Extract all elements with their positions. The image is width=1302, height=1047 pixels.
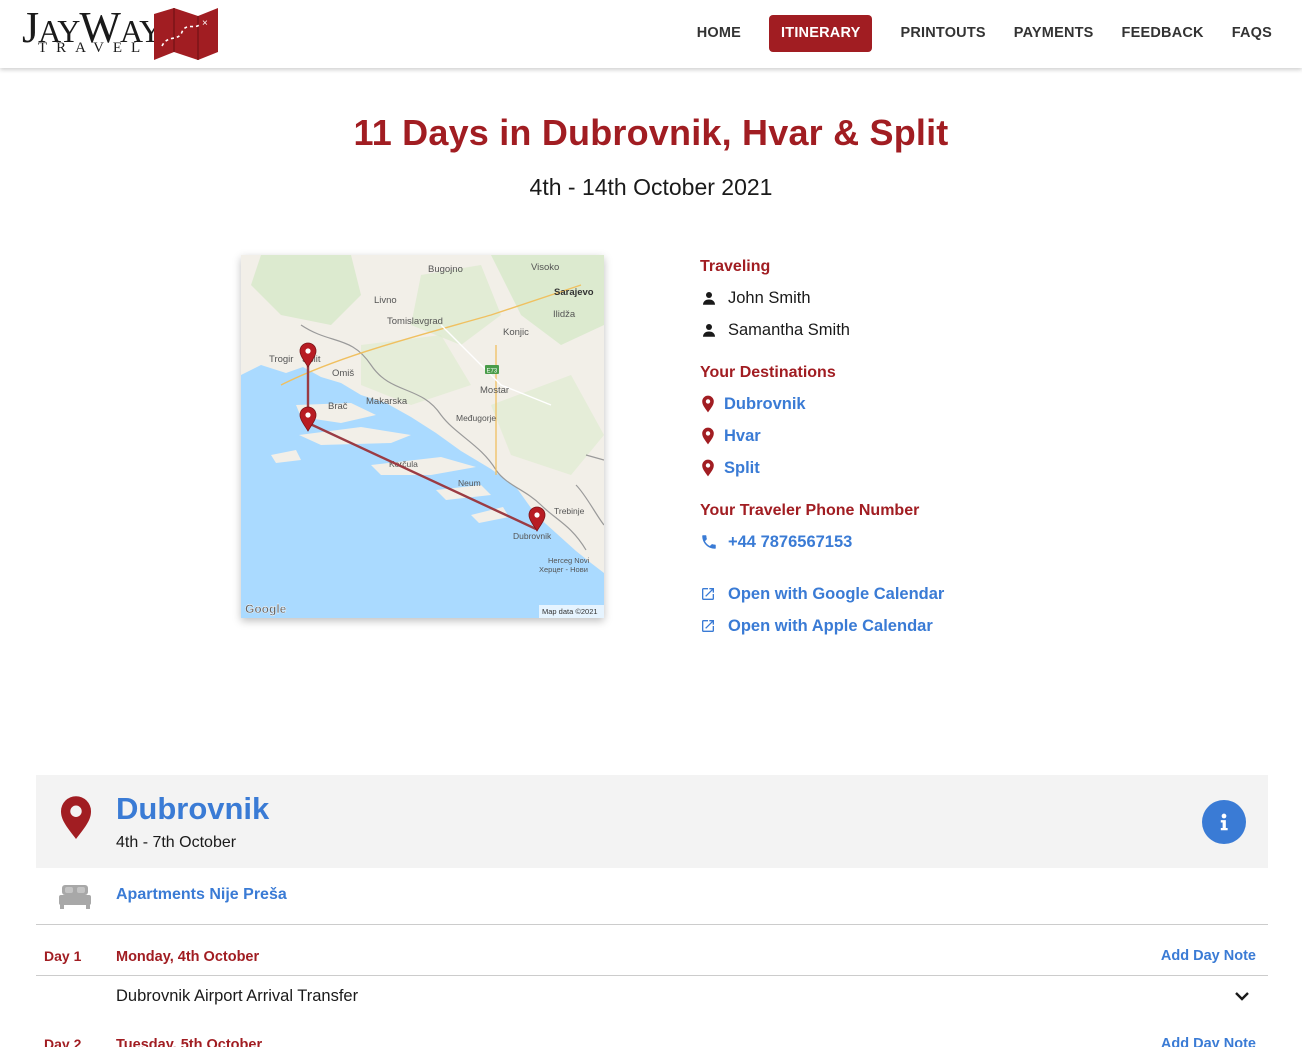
person-icon (700, 320, 728, 340)
location-pin-icon (700, 458, 724, 478)
map-label: Neum (458, 478, 481, 488)
activity-row[interactable]: Dubrovnik Airport Arrival Transfer (36, 977, 1268, 1017)
location-pin-icon (700, 426, 724, 446)
map-label: Херцег - Нови (539, 565, 588, 574)
traveling-title: Traveling (700, 258, 771, 275)
activity-name: Dubrovnik Airport Arrival Transfer (116, 987, 359, 1005)
apple-calendar-link[interactable]: Open with Apple Calendar (728, 617, 933, 636)
day-header: Day 1 Monday, 4th October Add Day Note (36, 926, 1268, 976)
map-label: Visoko (531, 262, 559, 273)
traveler-row: John Smith (700, 282, 1120, 314)
nav-home[interactable]: HOME (697, 15, 741, 52)
map-label: Trebinje (554, 506, 585, 516)
folded-map-icon: × (154, 8, 218, 60)
map-label: Makarska (366, 396, 408, 407)
logo-subtitle: TRAVEL (38, 40, 150, 56)
map-label: Konjic (503, 327, 529, 338)
destination-item[interactable]: Hvar (700, 420, 1120, 452)
external-link-icon (700, 616, 728, 636)
nav-feedback[interactable]: FEEDBACK (1122, 15, 1204, 52)
destination-item[interactable]: Split (700, 452, 1120, 484)
map-attribution: Map data ©2021 (542, 607, 598, 616)
destination-date-range: 4th - 7th October (116, 834, 237, 851)
trip-title: 11 Days in Dubrovnik, Hvar & Split (353, 112, 949, 153)
map-label: Tomislavgrad (387, 316, 443, 327)
google-calendar-link[interactable]: Open with Google Calendar (728, 585, 944, 604)
destination-item[interactable]: Dubrovnik (700, 388, 1120, 420)
phone-title: Your Traveler Phone Number (700, 502, 920, 519)
trip-info-panel: Traveling John Smith Samantha Smith Your… (700, 256, 1120, 642)
day-date: Monday, 4th October (116, 949, 260, 965)
info-button[interactable] (1202, 800, 1246, 844)
map-label: Sarajevo (554, 287, 594, 298)
day-label: Day 1 (44, 948, 82, 964)
external-link-icon (700, 584, 728, 604)
accommodation-row: Apartments Nije Preša (36, 868, 1268, 925)
google-logo: Google (245, 602, 287, 616)
location-pin-icon (700, 394, 724, 414)
destination-header: Dubrovnik 4th - 7th October (36, 775, 1268, 868)
add-day-note-button[interactable]: Add Day Note (1161, 948, 1256, 964)
nav-faqs[interactable]: FAQS (1232, 15, 1272, 52)
phone-icon (700, 532, 728, 552)
bed-icon (58, 883, 92, 914)
accommodation-link[interactable]: Apartments Nije Preša (116, 886, 287, 904)
map-label: Omiš (332, 368, 354, 379)
traveler-name: John Smith (728, 288, 811, 307)
nav-itinerary[interactable]: ITINERARY (769, 15, 873, 52)
map-label: Mostar (480, 385, 509, 396)
route-map[interactable]: E73 Bugojno Visoko Sarajevo Livno Ilidža… (241, 255, 604, 618)
info-icon (1220, 813, 1228, 831)
traveler-row: Samantha Smith (700, 314, 1120, 346)
map-label: Bugojno (428, 264, 463, 275)
destination-link[interactable]: Dubrovnik (724, 395, 806, 414)
person-icon (700, 288, 728, 308)
destination-link[interactable]: Hvar (724, 427, 761, 446)
destinations-title: Your Destinations (700, 364, 836, 381)
add-day-note-button[interactable]: Add Day Note (1161, 1036, 1256, 1047)
nav-printouts[interactable]: PRINTOUTS (900, 15, 985, 52)
jayway-travel-logo[interactable]: JAYWAY TRAVEL × (22, 6, 222, 62)
map-label: Herceg Novi (548, 556, 590, 565)
apple-calendar-row[interactable]: Open with Apple Calendar (700, 610, 1120, 642)
trip-dates: 4th - 14th October 2021 (529, 174, 773, 200)
phone-number-link[interactable]: +44 7876567153 (728, 533, 852, 552)
nav-payments[interactable]: PAYMENTS (1014, 15, 1094, 52)
phone-row[interactable]: +44 7876567153 (700, 526, 1120, 558)
map-label-road: E73 (487, 369, 498, 375)
top-navigation-bar: JAYWAY TRAVEL × HOME ITINERARY PRINTOUTS… (0, 0, 1302, 68)
map-label: Trogir (269, 354, 293, 365)
map-label: Brač (328, 401, 348, 412)
location-pin-icon (58, 795, 94, 846)
map-label: Međugorje (456, 413, 496, 423)
map-label: Livno (374, 295, 397, 306)
chevron-down-icon[interactable] (1234, 989, 1250, 1007)
destination-name[interactable]: Dubrovnik (116, 791, 269, 827)
map-label: Dubrovnik (513, 531, 552, 541)
day-date: Tuesday, 5th October (116, 1037, 263, 1047)
day-header: Day 2 Tuesday, 5th October Add Day Note (36, 1014, 1268, 1047)
day-label: Day 2 (44, 1036, 82, 1047)
destination-link[interactable]: Split (724, 459, 760, 478)
traveler-name: Samantha Smith (728, 320, 850, 339)
main-nav: HOME ITINERARY PRINTOUTS PAYMENTS FEEDBA… (669, 15, 1272, 52)
google-calendar-row[interactable]: Open with Google Calendar (700, 578, 1120, 610)
svg-text:×: × (202, 18, 208, 29)
map-label: Ilidža (553, 309, 576, 320)
route-map-canvas: E73 Bugojno Visoko Sarajevo Livno Ilidža… (241, 255, 604, 618)
